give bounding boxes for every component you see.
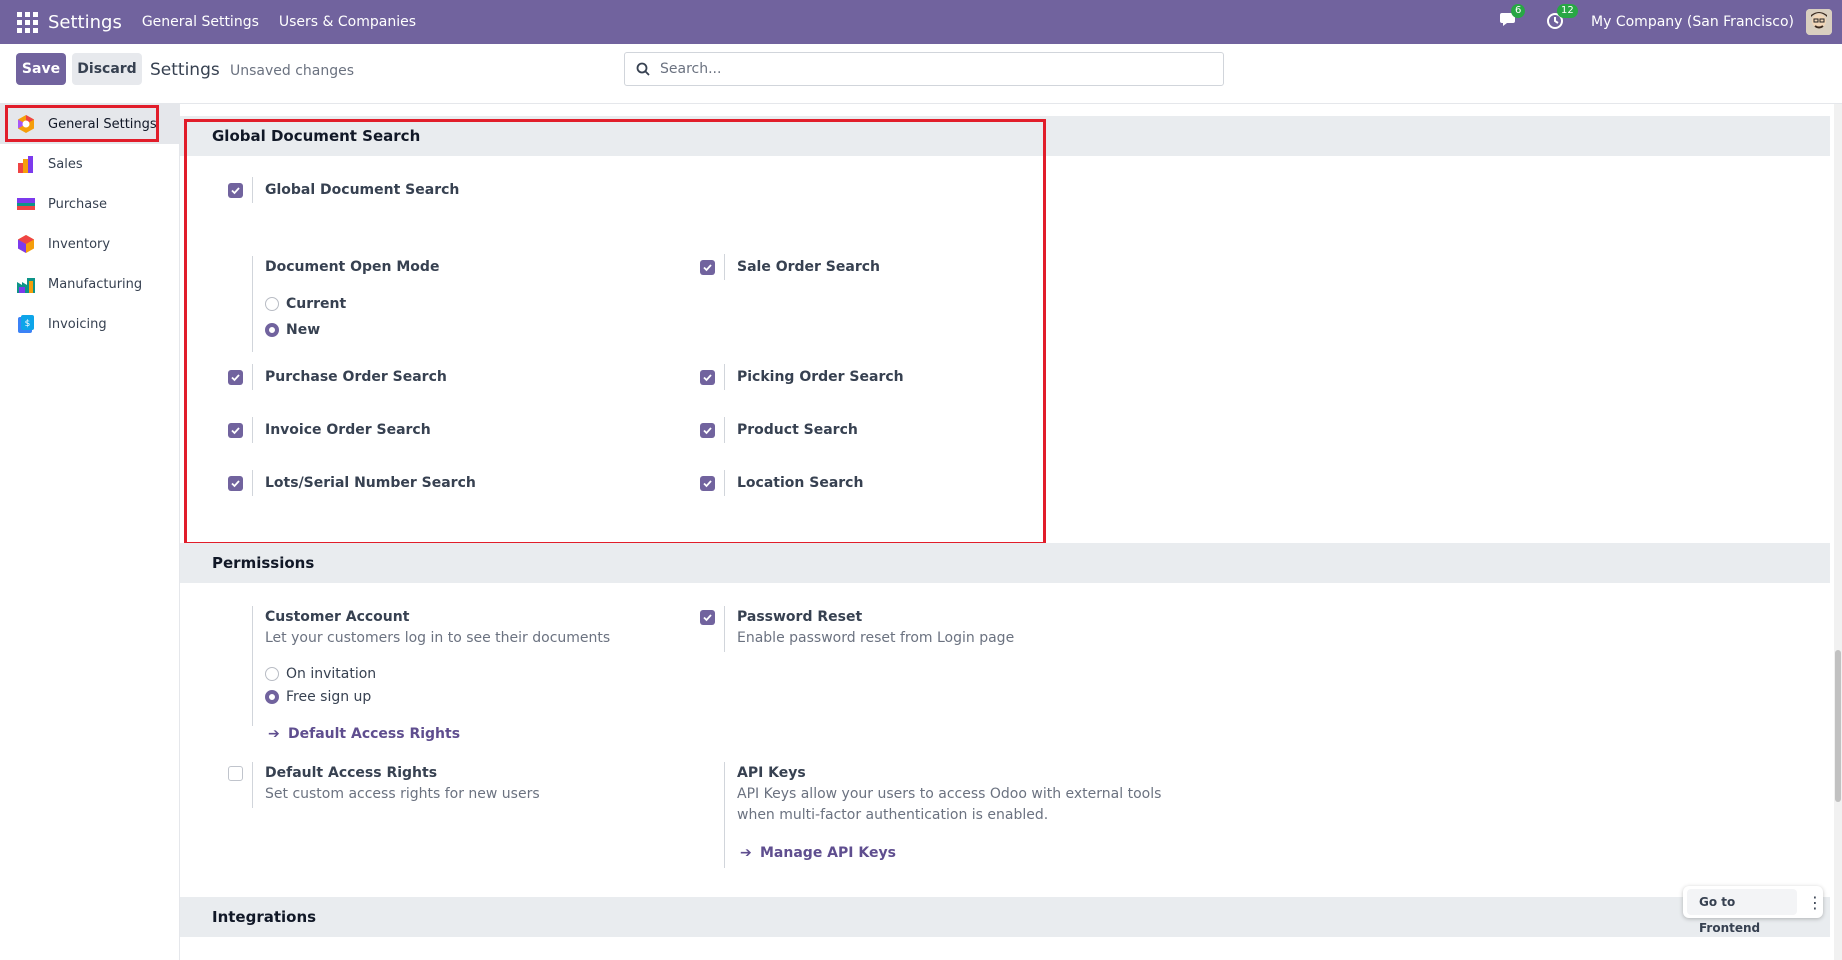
sidebar-item-label: Inventory [48, 236, 111, 252]
unsaved-indicator: Unsaved changes [230, 63, 355, 79]
section-integrations: Integrations [180, 897, 1830, 937]
sidebar-item-label: Sales [48, 156, 83, 172]
open-mode-current-radio[interactable] [265, 297, 279, 311]
inventory-icon [18, 235, 34, 253]
settings-content: Global Document Search Global Document S… [180, 104, 1830, 960]
document-open-mode-label: Document Open Mode [265, 259, 440, 275]
purchase-icon [17, 198, 35, 210]
user-avatar[interactable] [1806, 9, 1832, 35]
sidebar-item-label: Manufacturing [48, 276, 143, 292]
control-panel: Save Discard Settings Unsaved changes [0, 44, 1842, 104]
top-navbar: Settings General Settings Users & Compan… [0, 0, 1842, 44]
activities-badge: 12 [1557, 4, 1578, 18]
manage-api-keys-link[interactable]: Manage API Keys [760, 845, 896, 861]
go-to-frontend-widget: Go to Frontend ⋮ [1683, 886, 1823, 935]
divider [252, 417, 253, 443]
company-switcher[interactable]: My Company (San Francisco) [1591, 14, 1794, 30]
customer-account-invitation-radio[interactable] [265, 667, 279, 681]
location-search-label: Location Search [737, 475, 864, 491]
scrollbar-thumb[interactable] [1835, 650, 1841, 802]
page-title: Settings [150, 60, 220, 80]
divider [724, 364, 725, 390]
arrow-right-icon: ➔ [740, 845, 752, 861]
divider [724, 606, 725, 652]
default-access-rights-link[interactable]: Default Access Rights [288, 726, 460, 742]
go-to-frontend-button[interactable]: Go to Frontend [1687, 889, 1797, 935]
lots-serial-search-label: Lots/Serial Number Search [265, 475, 476, 491]
manufacturing-icon [17, 278, 35, 293]
divider [724, 417, 725, 443]
settings-search [624, 52, 1224, 86]
customer-account-signup-radio[interactable] [265, 690, 279, 704]
invoice-order-search-checkbox[interactable] [228, 423, 243, 438]
divider [252, 470, 253, 496]
api-keys-description: API Keys allow your users to access Odoo… [737, 786, 1162, 802]
more-options-icon[interactable]: ⋮ [1807, 893, 1823, 912]
location-search-checkbox[interactable] [700, 476, 715, 491]
purchase-order-search-checkbox[interactable] [228, 370, 243, 385]
default-access-rights-checkbox[interactable] [228, 766, 243, 781]
highlight-box [5, 105, 159, 142]
invoicing-icon: $ [18, 315, 34, 333]
menu-general-settings[interactable]: General Settings [142, 14, 259, 30]
customer-account-description: Let your customers log in to see their d… [265, 630, 611, 646]
divider [724, 470, 725, 496]
save-button[interactable]: Save [16, 53, 66, 85]
settings-sidebar: General Settings Sales Purchase Inventor… [0, 104, 180, 960]
purchase-order-search-label: Purchase Order Search [265, 369, 447, 385]
password-reset-description: Enable password reset from Login page [737, 630, 1015, 646]
svg-text:$: $ [25, 319, 31, 329]
divider [724, 254, 725, 280]
menu-users-companies[interactable]: Users & Companies [279, 14, 416, 30]
api-keys-description: when multi-factor authentication is enab… [737, 807, 1049, 823]
sidebar-item-label: Invoicing [48, 316, 107, 332]
page-scrollbar[interactable] [1834, 104, 1842, 960]
password-reset-label: Password Reset [737, 609, 863, 625]
sidebar-item-purchase[interactable]: Purchase [0, 184, 179, 224]
password-reset-checkbox[interactable] [700, 610, 715, 625]
divider [252, 364, 253, 390]
customer-account-signup-label: Free sign up [286, 689, 372, 705]
default-access-rights-description: Set custom access rights for new users [265, 786, 540, 802]
sidebar-item-invoicing[interactable]: $ Invoicing [0, 304, 179, 344]
section-permissions: Permissions [180, 543, 1830, 583]
picking-order-search-label: Picking Order Search [737, 369, 904, 385]
default-access-rights-label: Default Access Rights [265, 765, 438, 781]
customer-account-invitation-label: On invitation [286, 666, 377, 682]
product-search-label: Product Search [737, 422, 858, 438]
global-document-search-label: Global Document Search [265, 182, 460, 198]
sales-icon [18, 156, 33, 173]
divider [252, 762, 253, 808]
messages-icon[interactable]: 6 [1499, 4, 1526, 33]
sale-order-search-label: Sale Order Search [737, 259, 880, 275]
lots-serial-search-checkbox[interactable] [228, 476, 243, 491]
customer-account-label: Customer Account [265, 609, 410, 625]
search-input[interactable] [660, 61, 1200, 77]
open-mode-new-label: New [286, 322, 321, 338]
global-document-search-checkbox[interactable] [228, 183, 243, 198]
sidebar-item-label: Purchase [48, 196, 108, 212]
apps-menu-icon[interactable] [12, 7, 42, 37]
sidebar-item-general-settings[interactable]: General Settings [0, 104, 179, 144]
sidebar-item-manufacturing[interactable]: Manufacturing [0, 264, 179, 304]
arrow-right-icon: ➔ [268, 726, 280, 742]
divider [252, 606, 253, 726]
api-keys-label: API Keys [737, 765, 806, 781]
divider [724, 762, 725, 868]
messages-badge: 6 [1511, 4, 1526, 18]
divider [252, 177, 253, 203]
open-mode-new-radio[interactable] [265, 323, 279, 337]
sale-order-search-checkbox[interactable] [700, 260, 715, 275]
invoice-order-search-label: Invoice Order Search [265, 422, 431, 438]
divider [252, 256, 253, 352]
app-brand[interactable]: Settings [48, 12, 122, 33]
product-search-checkbox[interactable] [700, 423, 715, 438]
activities-icon[interactable]: 12 [1545, 4, 1578, 33]
picking-order-search-checkbox[interactable] [700, 370, 715, 385]
sidebar-item-inventory[interactable]: Inventory [0, 224, 179, 264]
search-icon [636, 62, 650, 76]
sidebar-item-sales[interactable]: Sales [0, 144, 179, 184]
open-mode-current-label: Current [286, 296, 347, 312]
discard-button[interactable]: Discard [72, 53, 142, 85]
